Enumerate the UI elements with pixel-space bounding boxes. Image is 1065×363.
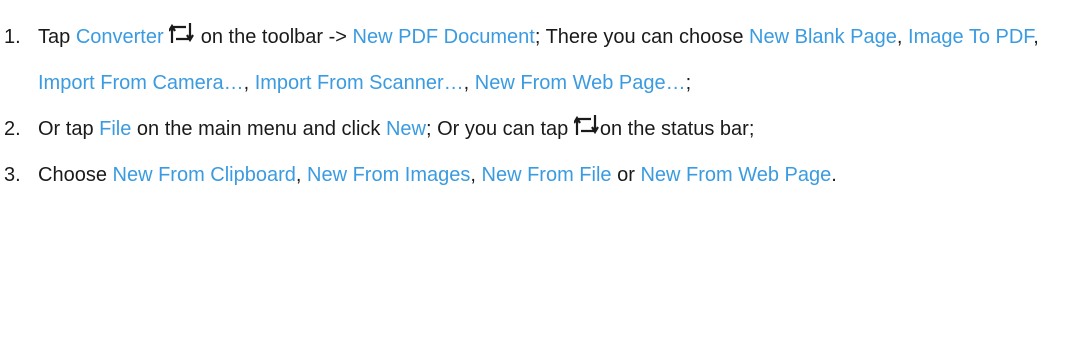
step-1: 1. Tap Converter on the toolbar -> New P… bbox=[0, 14, 1065, 106]
step-text: ; There you can choose bbox=[534, 26, 750, 48]
step-text: ; Or you can tap bbox=[425, 118, 574, 140]
step-text: , bbox=[896, 26, 909, 48]
step-text: , bbox=[463, 72, 475, 94]
step-text: Or tap bbox=[38, 118, 100, 140]
converter-icon bbox=[169, 21, 195, 45]
converter-link[interactable]: Converter bbox=[76, 26, 164, 48]
steps-list: 1. Tap Converter on the toolbar -> New P… bbox=[0, 14, 1065, 198]
new-from-file-link[interactable]: New From File bbox=[482, 164, 612, 186]
step-text: Tap bbox=[38, 26, 76, 48]
step-text: or bbox=[611, 164, 641, 186]
step-text: , bbox=[295, 164, 308, 186]
step-text: , bbox=[470, 164, 482, 186]
new-document-icon bbox=[573, 113, 600, 137]
new-from-web-page-link[interactable]: New From Web Page… bbox=[475, 72, 686, 94]
step-text: on the main menu and click bbox=[131, 118, 386, 140]
step-2: 2. Or tap File on the main menu and clic… bbox=[0, 106, 1065, 152]
step-text: ; bbox=[685, 72, 692, 94]
step-text: on the status bar; bbox=[599, 118, 755, 140]
new-blank-page-link[interactable]: New Blank Page bbox=[749, 26, 897, 48]
instructions: 1. Tap Converter on the toolbar -> New P… bbox=[0, 0, 1065, 198]
step-number: 3. bbox=[4, 164, 21, 186]
new-from-web-page-link-2[interactable]: New From Web Page bbox=[640, 164, 831, 186]
step-text: on the toolbar -> bbox=[200, 26, 353, 48]
import-from-camera-link[interactable]: Import From Camera… bbox=[38, 72, 244, 94]
new-from-images-link[interactable]: New From Images bbox=[307, 164, 470, 186]
step-text: , bbox=[243, 72, 255, 94]
step-text: Choose bbox=[38, 164, 113, 186]
import-from-scanner-link[interactable]: Import From Scanner… bbox=[255, 72, 464, 94]
image-to-pdf-link[interactable]: Image To PDF bbox=[908, 26, 1033, 48]
new-menu-link[interactable]: New bbox=[386, 118, 426, 140]
step-3: 3. Choose New From Clipboard, New From I… bbox=[0, 152, 1065, 198]
step-text: . bbox=[831, 164, 837, 186]
step-number: 1. bbox=[4, 26, 21, 48]
new-pdf-document-link[interactable]: New PDF Document bbox=[353, 26, 535, 48]
step-text: , bbox=[1033, 26, 1039, 48]
file-menu-link[interactable]: File bbox=[99, 118, 131, 140]
new-from-clipboard-link[interactable]: New From Clipboard bbox=[113, 164, 296, 186]
step-number: 2. bbox=[4, 118, 21, 140]
